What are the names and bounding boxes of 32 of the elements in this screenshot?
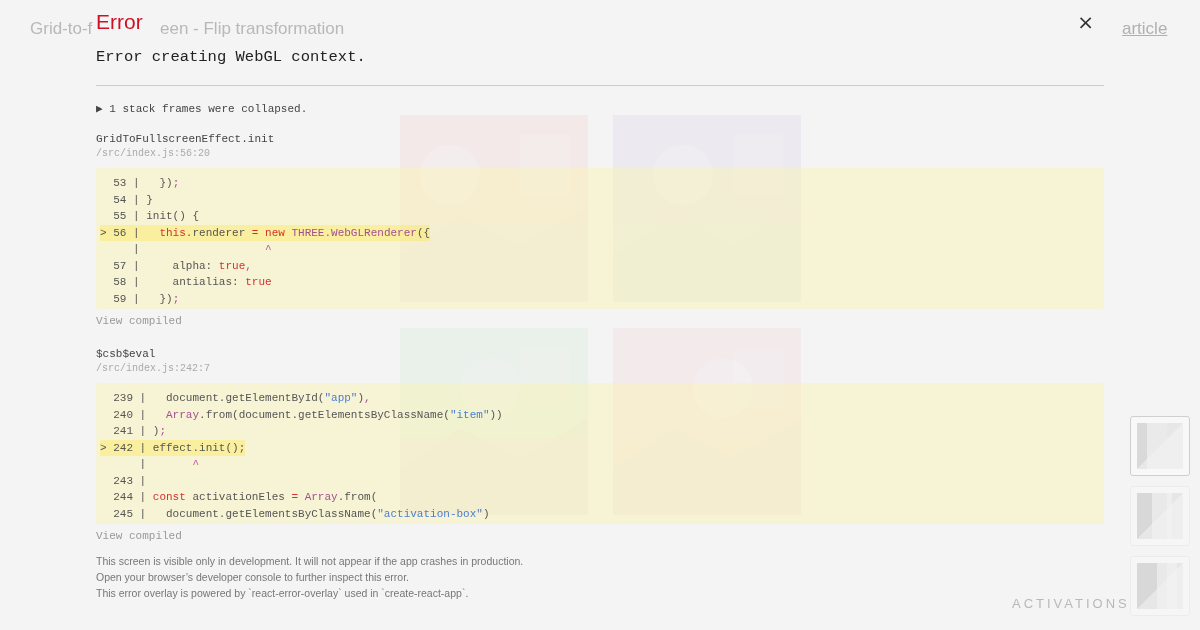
thumbnail-button[interactable] bbox=[1130, 416, 1190, 476]
function-name: $csb$eval bbox=[96, 348, 157, 360]
file-path: /src/index.js:242:7 bbox=[96, 363, 212, 374]
footer-note: This screen is visible only in development. It will not appear if the app crashes in production. bbox=[96, 554, 525, 569]
code-line: 244 | const activationEles = Array.from( bbox=[112, 490, 378, 505]
code-line: 241 | ); bbox=[112, 424, 167, 439]
code-line: 58 | antialias: true bbox=[112, 275, 272, 290]
file-path: /src/index.js:56:20 bbox=[96, 148, 212, 159]
code-line: | ^ bbox=[132, 242, 272, 257]
code-line: 243 | bbox=[112, 473, 147, 489]
code-line: 55 | init() { bbox=[112, 209, 200, 224]
footer-note: This error overlay is powered by `react-error-overlay` used in `create-react-app`. bbox=[96, 586, 470, 601]
article-link[interactable]: article bbox=[1122, 19, 1168, 39]
code-line: 57 | alpha: true, bbox=[112, 258, 252, 274]
view-compiled-link[interactable]: View compiled bbox=[96, 315, 182, 327]
section-label: ACTIVATIONS bbox=[1012, 596, 1130, 611]
code-line: 245 | document.getElementsByClassName("activation-box") bbox=[112, 506, 490, 522]
error-heading: Error bbox=[96, 10, 143, 34]
page-title: Grid-to-f bbox=[30, 19, 93, 39]
code-line: 239 | document.getElementById("app"), bbox=[112, 391, 371, 406]
code-line: 59 | }); bbox=[112, 291, 180, 307]
close-button[interactable]: × bbox=[1067, 10, 1104, 34]
error-message: Error creating WebGL context. bbox=[96, 48, 367, 66]
function-name: GridToFullscreenEffect.init bbox=[96, 133, 276, 145]
code-line: 53 | }); bbox=[112, 176, 180, 191]
code-line: | ^ bbox=[138, 457, 200, 472]
code-line: 54 | } bbox=[112, 192, 153, 208]
footer-note: Open your browser’s developer console to further inspect this error. bbox=[96, 570, 411, 585]
view-compiled-link[interactable]: View compiled bbox=[96, 530, 182, 542]
code-line: 240 | Array.from(document.getElementsByClassName("item")) bbox=[112, 407, 503, 423]
collapsed-frames-toggle[interactable]: ▶ 1 stack frames were collapsed. bbox=[96, 102, 308, 115]
page-title: een - Flip transformation bbox=[160, 19, 345, 39]
